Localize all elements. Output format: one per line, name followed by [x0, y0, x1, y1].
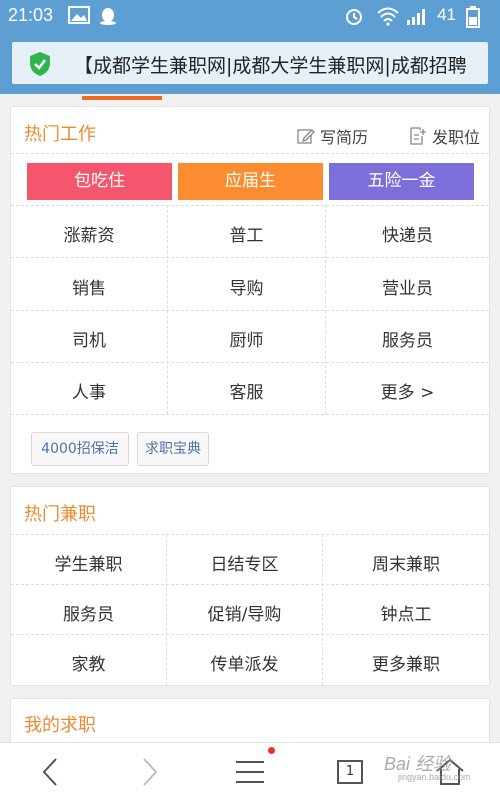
battery-icon	[466, 6, 480, 32]
back-arrow-icon	[42, 758, 57, 786]
job-link-customer-service[interactable]: 客服	[168, 378, 325, 403]
job-link-general-worker[interactable]: 普工	[168, 221, 325, 246]
menu-button[interactable]	[200, 743, 300, 801]
battery-level: 41	[437, 5, 456, 24]
my-jobs-title[interactable]: 我的求职	[24, 711, 96, 737]
pill-cleaner-hiring[interactable]: 4000招保洁	[31, 432, 129, 466]
wifi-icon	[376, 6, 400, 30]
page-load-progress	[82, 96, 162, 100]
divider	[11, 634, 489, 635]
divider	[11, 362, 489, 363]
job-link-clerk[interactable]: 营业员	[326, 274, 489, 299]
job-link-waiter[interactable]: 服务员	[326, 326, 489, 351]
forward-button[interactable]	[100, 743, 200, 801]
back-button[interactable]	[0, 743, 100, 801]
hot-parttime-title: 热门兼职	[24, 504, 96, 525]
job-link-shop-guide[interactable]: 导购	[168, 274, 325, 299]
job-link-more[interactable]: 更多 >	[326, 378, 489, 403]
parttime-link-daily-pay[interactable]: 日结专区	[167, 550, 322, 575]
hot-tags-row: 包吃住 应届生 五险一金	[11, 153, 489, 205]
tag-fresh-graduates[interactable]: 应届生	[178, 163, 323, 200]
edit-icon	[297, 129, 315, 144]
write-resume-button[interactable]: 写简历	[297, 124, 368, 148]
parttime-link-waiter[interactable]: 服务员	[11, 600, 166, 625]
post-job-label: 发职位	[432, 128, 481, 147]
watermark-url: jingyan.baidu.com	[398, 772, 471, 782]
url-bar[interactable]: 【成都学生兼职网|成都大学生兼职网|成都招聘	[12, 42, 488, 84]
qq-icon	[98, 6, 118, 30]
job-link-chef[interactable]: 厨师	[168, 326, 325, 351]
post-job-button[interactable]: 发职位	[409, 124, 480, 148]
parttime-link-flyers[interactable]: 传单派发	[167, 650, 322, 675]
url-text: 【成都学生兼职网|成都大学生兼职网|成都招聘	[74, 55, 467, 77]
tag-social-insurance[interactable]: 五险一金	[329, 163, 474, 200]
parttime-link-hourly[interactable]: 钟点工	[323, 600, 489, 625]
parttime-link-promotion[interactable]: 促销/导购	[167, 600, 322, 625]
status-bar: 21:03 41	[0, 0, 500, 32]
divider	[11, 257, 489, 258]
job-link-raise-salary[interactable]: 涨薪资	[11, 221, 167, 246]
alarm-icon	[344, 6, 364, 30]
browser-toolbar: 【成都学生兼职网|成都大学生兼职网|成都招聘	[0, 32, 500, 94]
tab-count: 1	[345, 764, 355, 779]
tag-room-and-board[interactable]: 包吃住	[27, 163, 172, 200]
write-resume-label: 写简历	[320, 128, 369, 147]
parttime-link-tutor[interactable]: 家教	[11, 650, 166, 675]
hot-jobs-title: 热门工作	[24, 124, 96, 145]
pill-job-guide[interactable]: 求职宝典	[137, 432, 209, 466]
job-link-hr[interactable]: 人事	[11, 378, 167, 403]
parttime-link-more[interactable]: 更多兼职	[323, 650, 489, 675]
notification-dot	[268, 747, 275, 754]
divider	[11, 534, 489, 535]
status-time: 21:03	[8, 5, 54, 25]
divider	[11, 310, 489, 311]
forward-arrow-icon	[143, 758, 158, 786]
signal-icon	[406, 6, 430, 30]
job-link-driver[interactable]: 司机	[11, 326, 167, 351]
job-link-courier[interactable]: 快递员	[326, 221, 489, 246]
tabs-icon: 1	[337, 760, 363, 784]
hot-parttime-card: 热门兼职 学生兼职 日结专区 周末兼职 服务员 促销/导购 钟点工 家教 传单派…	[10, 486, 490, 686]
job-link-sales[interactable]: 销售	[11, 274, 167, 299]
hot-jobs-card: 热门工作 写简历 发职位 包吃住 应届生 五险一金 涨薪资 普工 快递员 销售 …	[10, 106, 490, 474]
gallery-icon	[68, 6, 90, 28]
parttime-link-weekend[interactable]: 周末兼职	[323, 550, 489, 575]
security-shield-icon	[28, 51, 52, 81]
divider	[11, 584, 489, 585]
divider	[11, 414, 489, 415]
post-document-icon	[410, 127, 426, 145]
menu-icon	[236, 761, 264, 783]
divider	[11, 205, 489, 206]
parttime-link-student[interactable]: 学生兼职	[11, 550, 166, 575]
